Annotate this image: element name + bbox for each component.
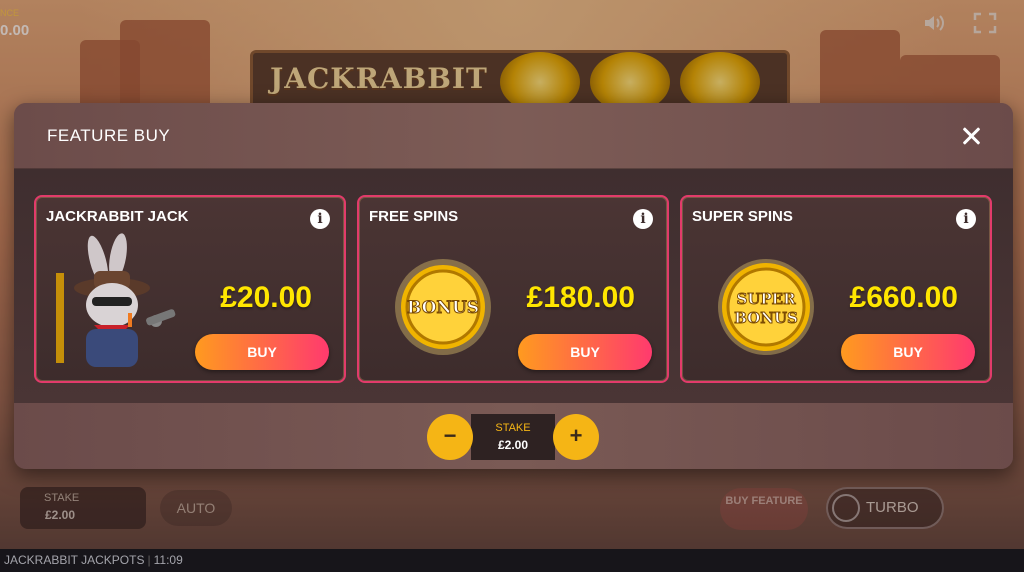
- feature-card-super-spins: SUPER SPINS i SUPER BONUS £660.00 BUY: [680, 195, 992, 383]
- stake-display: STAKE £2.00: [471, 414, 555, 460]
- card-price: £20.00: [220, 281, 312, 314]
- feature-card-free-spins: FREE SPINS i BONUS £180.00 BUY: [357, 195, 669, 383]
- card-price: £660.00: [849, 281, 958, 314]
- card-title: FREE SPINS: [369, 208, 459, 225]
- buy-button-jackrabbit-jack[interactable]: BUY: [195, 334, 329, 370]
- buy-button-free-spins[interactable]: BUY: [518, 334, 652, 370]
- stake-decrease-button[interactable]: −: [427, 414, 473, 460]
- info-icon[interactable]: i: [956, 209, 976, 229]
- card-price: £180.00: [526, 281, 635, 314]
- stake-increase-button[interactable]: +: [553, 414, 599, 460]
- close-icon[interactable]: [959, 124, 983, 148]
- modal-title: FEATURE BUY: [47, 126, 171, 145]
- stake-control: STAKE £2.00 − +: [427, 414, 599, 460]
- feature-card-jackrabbit-jack: JACKRABBIT JACK i £20.00 BUY: [34, 195, 346, 383]
- modal-header: FEATURE BUY: [14, 103, 1013, 169]
- card-title: JACKRABBIT JACK: [46, 208, 189, 225]
- stake-label: STAKE: [495, 422, 531, 434]
- bonus-coin-icon: BONUS: [395, 259, 491, 355]
- feature-buy-modal: FEATURE BUY JACKRABBIT JACK i £20.00 BUY…: [14, 103, 1013, 469]
- jackrabbit-character-icon: [56, 233, 176, 367]
- info-icon[interactable]: i: [633, 209, 653, 229]
- stake-value: £2.00: [497, 438, 529, 452]
- coin-text: SUPER: [736, 290, 796, 308]
- card-title: SUPER SPINS: [692, 208, 793, 225]
- coin-text: BONUS: [734, 309, 798, 327]
- buy-button-super-spins[interactable]: BUY: [841, 334, 975, 370]
- super-bonus-coin-icon: SUPER BONUS: [718, 259, 814, 355]
- coin-text: BONUS: [407, 298, 479, 318]
- info-icon[interactable]: i: [310, 209, 330, 229]
